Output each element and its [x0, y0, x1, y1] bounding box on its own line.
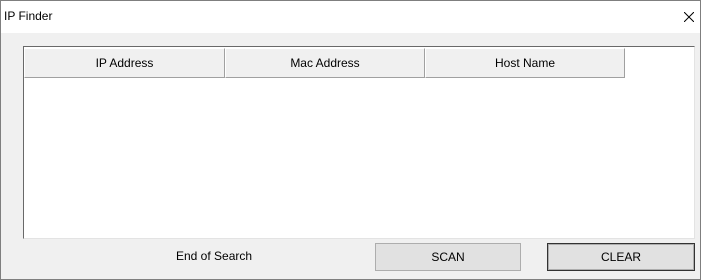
status-label: End of Search [176, 249, 253, 263]
ip-finder-window: IP Finder IP Address Mac Address Host Na… [0, 0, 701, 280]
column-header-host-name[interactable]: Host Name [425, 48, 625, 78]
scan-button[interactable]: SCAN [375, 243, 521, 271]
close-icon [684, 12, 694, 22]
close-button[interactable] [676, 1, 700, 33]
column-header-mac-address[interactable]: Mac Address [225, 48, 425, 78]
title-bar[interactable]: IP Finder [1, 1, 700, 33]
clear-button[interactable]: CLEAR [547, 243, 695, 271]
window-title: IP Finder [4, 9, 53, 23]
column-header-ip-address[interactable]: IP Address [24, 48, 225, 78]
list-header: IP Address Mac Address Host Name [24, 48, 625, 80]
results-list[interactable]: IP Address Mac Address Host Name [23, 46, 695, 239]
